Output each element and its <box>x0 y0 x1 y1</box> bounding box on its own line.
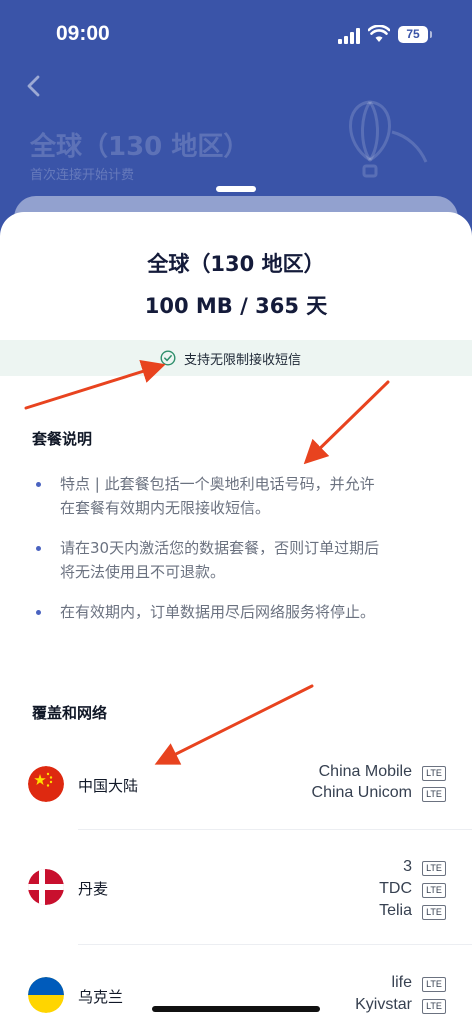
denmark-flag-icon <box>28 869 64 905</box>
wifi-icon <box>368 25 390 42</box>
back-arrow-icon[interactable] <box>24 74 44 98</box>
battery-icon: 75 <box>398 26 432 43</box>
carrier-name: Telia <box>379 902 412 919</box>
lte-badge: LTE <box>422 861 446 876</box>
country-name: 丹麦 <box>78 880 109 898</box>
cellular-signal-icon <box>338 28 362 44</box>
header-subtitle: 首次连接开始计费 <box>30 168 135 183</box>
country-row-china[interactable]: 中国大陆 China Mobile LTE China Unicom LTE <box>0 758 472 828</box>
ukraine-flag-icon <box>28 977 64 1013</box>
plan-title: 全球（130 地区） <box>147 252 325 276</box>
check-circle-icon <box>160 350 176 366</box>
china-flag-icon <box>28 766 64 802</box>
description-item-2-line2: 将无法使用且不可退款。 <box>60 563 226 581</box>
description-item-1-line2: 在套餐有效期内无限接收短信。 <box>60 499 271 517</box>
sms-support-banner: 支持无限制接收短信 <box>0 340 472 376</box>
row-divider <box>78 829 472 830</box>
description-item-3-line1: 在有效期内，订单数据用尽后网络服务将停止。 <box>60 603 376 621</box>
description-item-2: 请在30天内激活您的数据套餐，否则订单过期后 将无法使用且不可退款。 <box>60 536 440 584</box>
row-divider <box>78 944 472 945</box>
description-item-3: 在有效期内，订单数据用尽后网络服务将停止。 <box>60 600 440 624</box>
lte-badge: LTE <box>422 787 446 802</box>
bullet-dot <box>36 482 41 487</box>
lte-badge: LTE <box>422 999 446 1014</box>
home-indicator <box>152 1006 320 1012</box>
country-row-ukraine[interactable]: 乌克兰 life LTE Kyivstar LTE <box>0 972 472 1024</box>
lte-badge: LTE <box>422 766 446 781</box>
carrier-name: China Unicom <box>311 784 412 801</box>
carrier-name: TDC <box>379 880 412 897</box>
carrier-name: Kyivstar <box>355 996 412 1013</box>
carrier-name: China Mobile <box>318 763 412 780</box>
plan-detail-sheet: 全球（130 地区） 100 MB / 365 天 支持无限制接收短信 套餐说明… <box>0 212 472 1024</box>
lte-badge: LTE <box>422 905 446 920</box>
country-name: 乌克兰 <box>78 988 124 1006</box>
header-title: 全球（130 地区） <box>30 132 250 162</box>
bullet-dot <box>36 610 41 615</box>
hot-air-balloon-icon <box>349 100 428 178</box>
status-bar: 09:00 75 <box>0 0 472 70</box>
plan-data-duration: 100 MB / 365 天 <box>144 294 328 318</box>
status-time: 09:00 <box>56 22 110 45</box>
description-item-1: 特点 | 此套餐包括一个奥地利电话号码，并允许 在套餐有效期内无限接收短信。 <box>60 472 440 520</box>
lte-badge: LTE <box>422 883 446 898</box>
carrier-name: life <box>391 974 412 991</box>
carrier-name: 3 <box>403 858 412 875</box>
description-item-2-line1: 请在30天内激活您的数据套餐，否则订单过期后 <box>60 539 380 557</box>
country-row-denmark[interactable]: 丹麦 3 LTE TDC LTE Telia LTE <box>0 852 472 938</box>
description-item-1-line1: 特点 | 此套餐包括一个奥地利电话号码，并允许 <box>60 475 375 493</box>
sms-note: 支持无限制接收短信 <box>184 353 302 368</box>
description-title: 套餐说明 <box>32 430 93 448</box>
bullet-dot <box>36 546 41 551</box>
lte-badge: LTE <box>422 977 446 992</box>
sheet-grabber-handle[interactable] <box>216 186 256 192</box>
country-name: 中国大陆 <box>78 777 139 795</box>
coverage-title: 覆盖和网络 <box>32 704 108 722</box>
